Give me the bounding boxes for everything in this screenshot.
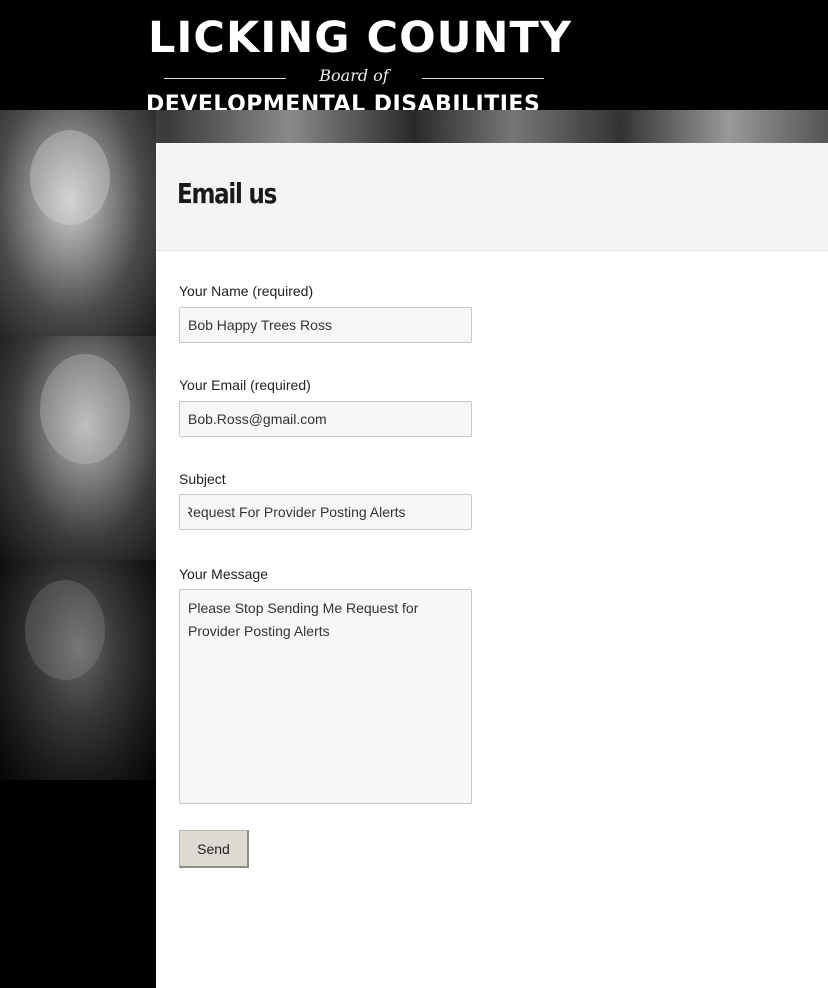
message-label: Your Message (179, 566, 268, 582)
site-logo[interactable]: LICKING COUNTY Board of DEVELOPMENTAL DI… (144, 14, 571, 118)
main-content: Email us Your Name (required) Your Email… (156, 143, 828, 988)
photo-column (0, 110, 156, 988)
child-photo-dark (0, 560, 156, 780)
logo-divider (422, 78, 544, 79)
logo-title: LICKING COUNTY (148, 13, 573, 63)
subject-label: Subject (179, 471, 226, 487)
photo-subject (30, 130, 110, 225)
name-input[interactable] (179, 307, 472, 343)
site-header: LICKING COUNTY Board of DEVELOPMENTAL DI… (0, 0, 828, 118)
email-input[interactable] (179, 401, 472, 437)
email-label: Your Email (required) (179, 377, 311, 393)
page-title: Email us (177, 177, 277, 210)
photo-subject (25, 580, 105, 680)
logo-subtitle: Board of (319, 66, 389, 85)
subject-input[interactable] (179, 494, 472, 530)
photo-subject (40, 354, 130, 464)
logo-subtitle-row: Board of (164, 66, 544, 88)
name-label: Your Name (required) (179, 283, 314, 299)
young-man-photo (0, 336, 156, 560)
message-textarea[interactable]: Please Stop Sending Me Request for Provi… (179, 589, 472, 804)
title-bar: Email us (156, 143, 828, 251)
send-button[interactable]: Send (179, 830, 249, 868)
child-photo (0, 110, 156, 336)
